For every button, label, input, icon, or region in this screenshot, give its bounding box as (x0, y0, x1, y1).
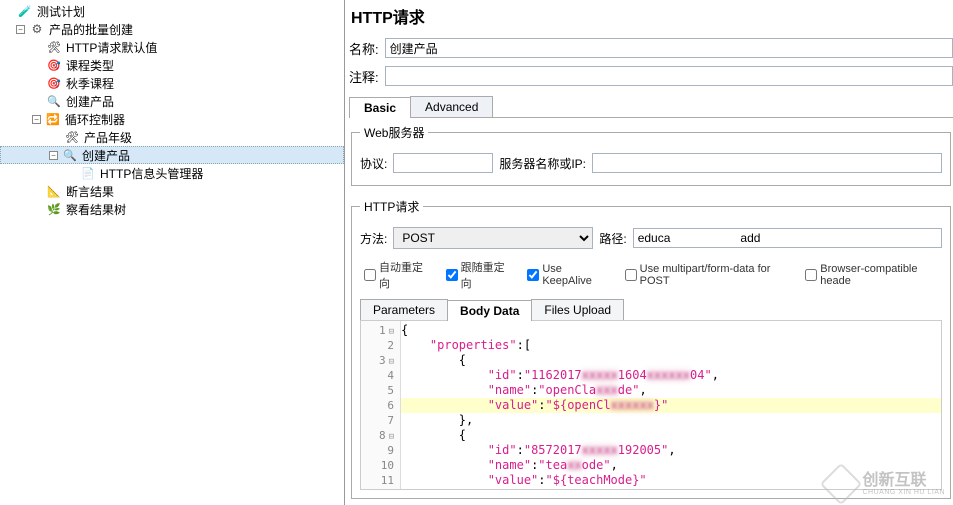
method-label: 方法: (360, 230, 387, 247)
tree-icon (46, 201, 62, 217)
name-input[interactable] (385, 38, 953, 58)
legend-web-server: Web服务器 (360, 124, 428, 141)
toggle-icon[interactable]: − (16, 25, 25, 34)
server-label: 服务器名称或IP: (499, 155, 586, 172)
target-icon (46, 57, 62, 73)
gear-icon (29, 21, 45, 37)
doc-icon (80, 165, 96, 181)
watermark-sub: CHUANG XIN HU LIAN (862, 489, 945, 496)
server-input[interactable] (592, 153, 942, 173)
main-tabs: Basic Advanced (349, 96, 953, 118)
watermark: 创新互联 CHUANG XIN HU LIAN (826, 469, 945, 499)
method-select[interactable]: POST (393, 227, 593, 249)
tree-node-http-defaults[interactable]: HTTP请求默认值 (0, 38, 344, 56)
toggle-icon[interactable]: − (32, 115, 41, 124)
tree-root[interactable]: 测试计划 (0, 2, 344, 20)
tree-node-create-product-2[interactable]: − 创建产品 (0, 146, 344, 164)
tree-node-autumn[interactable]: 秋季课程 (0, 74, 344, 92)
code-editor[interactable]: 1234567891011121314 { "properties":[ { "… (360, 320, 942, 490)
tree-node-result-tree[interactable]: 察看结果树 (0, 200, 344, 218)
check-row: 自动重定向 跟随重定向 Use KeepAlive Use multipart/… (364, 259, 938, 291)
tree-node-loop[interactable]: − 循环控制器 (0, 110, 344, 128)
legend-http-request: HTTP请求 (360, 198, 423, 215)
target-icon (46, 75, 62, 91)
tree-node-assert[interactable]: 断言结果 (0, 182, 344, 200)
check-multipart[interactable]: Use multipart/form-data for POST (625, 263, 788, 287)
path-label: 路径: (599, 230, 626, 247)
check-auto-redirect[interactable]: 自动重定向 (364, 259, 428, 291)
comment-input[interactable] (385, 66, 953, 86)
node-label: 测试计划 (37, 3, 85, 20)
tree-node-course-type[interactable]: 课程类型 (0, 56, 344, 74)
tools-icon (64, 129, 80, 145)
tab-advanced[interactable]: Advanced (410, 96, 493, 117)
subtab-parameters[interactable]: Parameters (360, 299, 448, 320)
check-keepalive[interactable]: Use KeepAlive (527, 263, 606, 287)
tree-node-header-mgr[interactable]: HTTP信息头管理器 (0, 164, 344, 182)
tree-node-batch[interactable]: − 产品的批量创建 (0, 20, 344, 38)
subtab-body-data[interactable]: Body Data (447, 300, 532, 321)
fieldset-web-server: Web服务器 协议: 服务器名称或IP: (351, 124, 951, 186)
check-follow-redirect[interactable]: 跟随重定向 (446, 259, 510, 291)
tab-basic[interactable]: Basic (349, 97, 411, 118)
triangle-icon (46, 183, 62, 199)
check-browser-compat[interactable]: Browser-compatible heade (805, 263, 938, 287)
page-title: HTTP请求 (351, 4, 953, 28)
path-input[interactable] (633, 228, 942, 248)
watermark-title: 创新互联 (862, 473, 945, 489)
tools-icon (46, 39, 62, 55)
flask-icon (17, 3, 33, 19)
editor-code[interactable]: { "properties":[ { "id":"1162017xxxxx160… (401, 321, 941, 489)
search-icon (62, 147, 78, 163)
tree-node-grade[interactable]: 产品年级 (0, 128, 344, 146)
editor-gutter: 1234567891011121314 (361, 321, 401, 489)
tree-panel: 测试计划 − 产品的批量创建 HTTP请求默认值 课程类型 秋季课程 创建产品 (0, 0, 345, 505)
comment-label: 注释: (349, 67, 379, 86)
right-panel: HTTP请求 名称: 注释: Basic Advanced Web服务器 协议:… (345, 0, 953, 505)
tree-node-create-product-1[interactable]: 创建产品 (0, 92, 344, 110)
loop-icon (45, 111, 61, 127)
toggle-icon[interactable]: − (49, 151, 58, 160)
subtab-files-upload[interactable]: Files Upload (531, 299, 624, 320)
protocol-input[interactable] (393, 153, 493, 173)
fieldset-http-request: HTTP请求 方法: POST 路径: 自动重定向 跟随重定向 Use Keep… (351, 198, 951, 499)
watermark-icon (820, 463, 862, 505)
name-label: 名称: (349, 39, 379, 58)
subtabs: Parameters Body Data Files Upload (360, 299, 942, 321)
protocol-label: 协议: (360, 155, 387, 172)
search-icon (46, 93, 62, 109)
